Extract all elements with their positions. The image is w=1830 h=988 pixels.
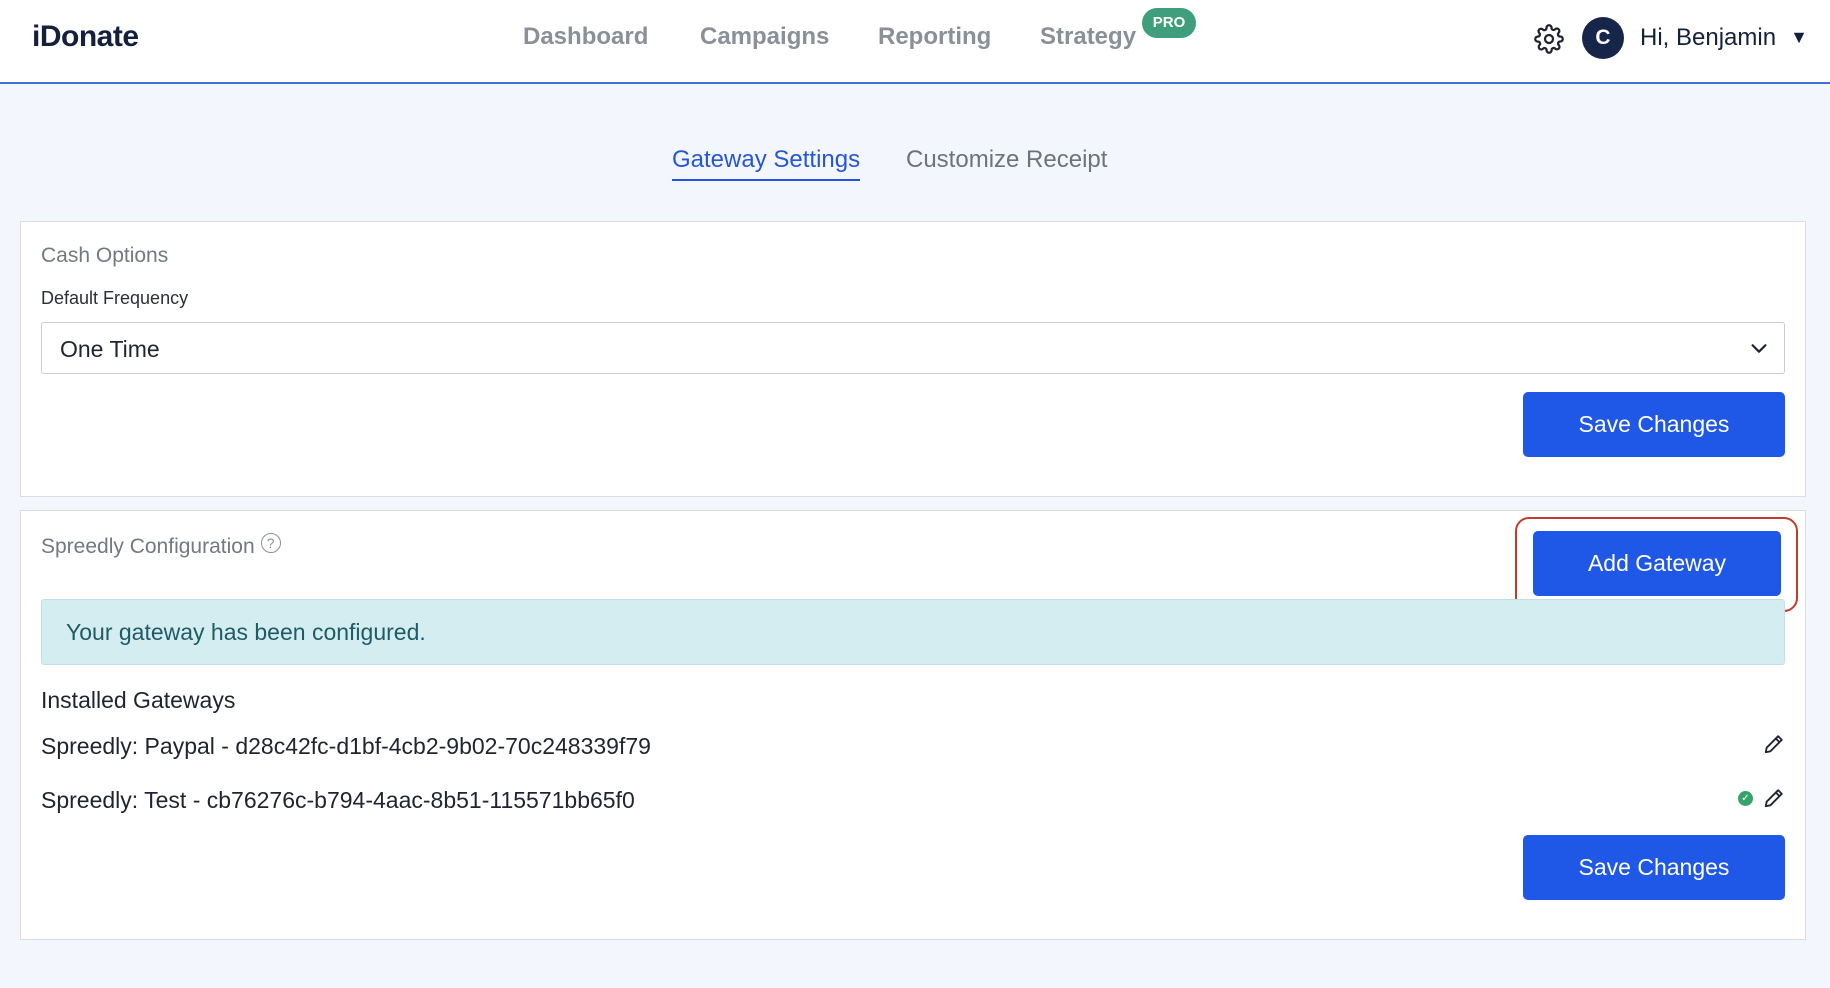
gateway-name: Spreedly: Paypal - d28c42fc-d1bf-4cb2-9b…	[41, 733, 651, 759]
tab-gateway-settings[interactable]: Gateway Settings	[672, 146, 861, 181]
cash-options-title: Cash Options	[41, 244, 169, 267]
pencil-icon[interactable]	[1763, 787, 1785, 809]
add-gateway-button[interactable]: Add Gateway	[1533, 531, 1781, 596]
cash-options-panel: Cash Options Default Frequency One Time …	[20, 221, 1806, 497]
user-greeting: Hi, Benjamin	[1640, 24, 1777, 51]
installed-gateways-label: Installed Gateways	[41, 687, 236, 713]
nav-strategy[interactable]: Strategy	[1040, 23, 1136, 51]
help-icon[interactable]: ?	[260, 533, 281, 553]
gateway-name: Spreedly: Test - cb76276c-b794-4aac-8b51…	[41, 787, 635, 813]
gear-icon[interactable]	[1534, 24, 1564, 54]
gateway-row: Spreedly: Paypal - d28c42fc-d1bf-4cb2-9b…	[41, 729, 1785, 763]
gateway-row: Spreedly: Test - cb76276c-b794-4aac-8b51…	[41, 783, 1785, 817]
nav-campaigns[interactable]: Campaigns	[700, 23, 829, 51]
caret-down-icon: ▼	[1790, 27, 1808, 47]
pencil-icon[interactable]	[1763, 733, 1785, 755]
active-check-icon: ✓	[1738, 791, 1753, 806]
nav-dashboard[interactable]: Dashboard	[523, 23, 648, 51]
success-alert: Your gateway has been configured.	[41, 599, 1785, 665]
spreedly-configuration-panel: Spreedly Configuration? Add Gateway Your…	[20, 510, 1806, 940]
tab-customize-receipt[interactable]: Customize Receipt	[906, 146, 1107, 174]
pro-badge: PRO	[1142, 8, 1196, 38]
user-menu[interactable]: Hi, Benjamin ▼	[1640, 24, 1808, 52]
alert-message: Your gateway has been configured.	[66, 619, 426, 645]
save-changes-button-cash[interactable]: Save Changes	[1523, 392, 1785, 457]
default-frequency-value: One Time	[60, 336, 160, 362]
save-changes-button-spreedly[interactable]: Save Changes	[1523, 835, 1785, 900]
spreedly-title-wrap: Spreedly Configuration?	[41, 533, 281, 559]
default-frequency-select[interactable]: One Time	[41, 322, 1785, 374]
avatar[interactable]: C	[1582, 17, 1624, 59]
chevron-down-icon	[1751, 344, 1767, 353]
nav-reporting[interactable]: Reporting	[878, 23, 991, 51]
default-frequency-label: Default Frequency	[41, 288, 189, 308]
top-navigation-bar: iDonate Dashboard Campaigns Reporting St…	[0, 0, 1830, 84]
spreedly-configuration-title: Spreedly Configuration	[41, 535, 255, 558]
